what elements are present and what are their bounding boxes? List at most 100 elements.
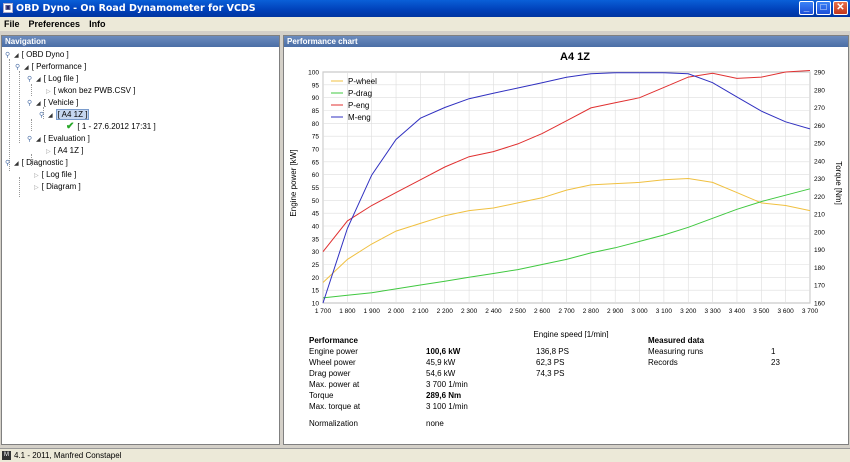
tree-node-evaluation[interactable]: ⚲ ◢[ Evaluation ]	[27, 133, 90, 144]
status-icon: M	[2, 451, 11, 460]
status-text: 4.1 - 2011, Manfred Constapel	[14, 451, 122, 460]
drag-power-label: Drag power	[309, 369, 351, 378]
y2-tick-label: 260	[814, 123, 825, 130]
x-tick-label: 2 400	[485, 308, 502, 315]
x-tick-label: 3 100	[656, 308, 673, 315]
minimize-icon[interactable]: _	[799, 1, 814, 15]
wheel-power-label: Wheel power	[309, 358, 356, 367]
expanded-arrow-icon: ◢	[14, 161, 19, 167]
maximize-icon[interactable]: □	[816, 1, 831, 15]
x-tick-label: 1 800	[339, 308, 356, 315]
y2-tick-label: 180	[814, 265, 825, 272]
max-power-at-value: 3 700 1/min	[426, 380, 468, 389]
expand-toggle-icon[interactable]: ⚲	[5, 50, 12, 59]
y2-tick-label: 280	[814, 87, 825, 94]
x-tick-label: 2 900	[607, 308, 624, 315]
y-tick-label: 20	[312, 275, 320, 282]
normalization-value: none	[426, 419, 444, 428]
menu-info[interactable]: Info	[89, 17, 106, 31]
tree-node-diag-diagram[interactable]: ▷[ Diagram ]	[34, 181, 81, 192]
tree-node-log-file[interactable]: ⚲ ◢[ Log file ]	[27, 73, 78, 84]
expand-toggle-icon[interactable]: ⚲	[5, 158, 12, 167]
y-tick-label: 95	[312, 82, 320, 89]
drag-power-value: 54,6 kW	[426, 369, 456, 378]
performance-chart-panel: Performance chart A4 1Z 10 15 20 25 30 35 40 45…	[283, 35, 849, 445]
tree-node-performance[interactable]: ⚲ ◢[ Performance ]	[15, 61, 86, 72]
tree-node-vehicle-item[interactable]: ⚲ ◢[ A4 1Z ]	[39, 109, 90, 120]
records-label: Records	[648, 358, 678, 367]
y-tick-label: 35	[312, 236, 320, 243]
measured-data-heading: Measured data	[648, 336, 705, 345]
y2-tick-label: 200	[814, 229, 825, 236]
x-tick-label: 2 300	[461, 308, 478, 315]
max-torque-at-value: 3 100 1/min	[426, 402, 468, 411]
normalization-label: Normalization	[309, 419, 358, 428]
x-tick-label: 2 600	[534, 308, 551, 315]
y-tick-label: 50	[312, 198, 320, 205]
drag-power-ps: 74,3 PS	[536, 369, 565, 378]
close-icon[interactable]: ✕	[833, 1, 848, 15]
y2-tick-label: 170	[814, 283, 825, 290]
tree-node-obd-dyno[interactable]: ⚲ ◢[ OBD Dyno ]	[5, 49, 69, 60]
expand-toggle-icon[interactable]: ⚲	[27, 74, 34, 83]
legend-label: M-eng	[348, 113, 371, 122]
expand-toggle-icon[interactable]: ⚲	[15, 62, 22, 71]
x-tick-label: 2 000	[388, 308, 405, 315]
window-controls: _ □ ✕	[799, 1, 848, 15]
window-title: OBD Dyno - On Road Dynamometer for VCDS	[16, 3, 256, 14]
y-tick-label: 10	[312, 301, 320, 308]
x-axis-label: Engine speed [1/min]	[533, 330, 608, 338]
expand-toggle-icon[interactable]: ⚲	[27, 98, 34, 107]
engine-power-value: 100,6 kW	[426, 347, 461, 356]
x-tick-label: 3 000	[631, 308, 648, 315]
y-tick-label: 40	[312, 224, 320, 231]
checkmark-icon: ✔	[66, 121, 75, 132]
max-power-at-label: Max. power at	[309, 380, 360, 389]
y2-tick-label: 220	[814, 194, 825, 201]
tree-node-diagnostic[interactable]: ⚲ ◢[ Diagnostic ]	[5, 157, 68, 168]
legend-label: P-drag	[348, 89, 372, 98]
menu-file[interactable]: File	[4, 17, 20, 31]
chart-title: A4 1Z	[560, 51, 590, 63]
performance-chart: A4 1Z 10 15 20 25 30 35 40 45 50 55 60 65 70 75 80 85 90…	[289, 51, 843, 339]
engine-power-ps: 136,8 PS	[536, 347, 569, 356]
records-value: 23	[771, 358, 780, 367]
menu-preferences[interactable]: Preferences	[29, 17, 81, 31]
x-tick-label: 2 700	[558, 308, 575, 315]
navigation-tree: ⚲ ◢[ OBD Dyno ] ⚲ ◢[ Performance ] ⚲ ◢[ Log…	[2, 47, 279, 197]
y-tick-label: 25	[312, 262, 320, 269]
expanded-arrow-icon: ◢	[48, 113, 53, 119]
y2-tick-label: 270	[814, 105, 825, 112]
x-tick-label: 3 300	[704, 308, 721, 315]
tree-node-evaluation-item[interactable]: ▷[ A4 1Z ]	[46, 145, 83, 156]
status-bar: M 4.1 - 2011, Manfred Constapel	[0, 448, 850, 462]
tree-node-vehicle[interactable]: ⚲ ◢[ Vehicle ]	[27, 97, 78, 108]
leaf-arrow-icon: ▷	[34, 185, 39, 191]
x-tick-label: 2 100	[412, 308, 429, 315]
torque-value: 289,6 Nm	[426, 391, 462, 400]
max-torque-at-label: Max. torque at	[309, 402, 361, 411]
y-tick-label: 75	[312, 134, 320, 141]
x-tick-label: 2 200	[437, 308, 454, 315]
x-tick-label: 3 500	[753, 308, 770, 315]
y-tick-label: 60	[312, 172, 320, 179]
tree-node-run-item[interactable]: ✔[ 1 - 27.6.2012 17:31 ]	[66, 121, 156, 132]
x-tick-label: 2 800	[583, 308, 600, 315]
performance-heading: Performance	[309, 336, 358, 345]
tree-node-diag-log-file[interactable]: ▷[ Log file ]	[34, 169, 76, 180]
x-tick-label: 2 500	[510, 308, 527, 315]
y2-tick-label: 190	[814, 247, 825, 254]
y2-tick-label: 250	[814, 141, 825, 148]
y-tick-label: 15	[312, 288, 320, 295]
left-axis-ticks: 10 15 20 25 30 35 40 45 50 55 60 65 70 75 80 85 90 95 100	[308, 70, 319, 308]
expand-toggle-icon[interactable]: ⚲	[27, 134, 34, 143]
y2-tick-label: 230	[814, 176, 825, 183]
navigation-header: Navigation	[2, 36, 279, 47]
tree-node-log-file-item[interactable]: ▷[ wkon bez PWB.CSV ]	[46, 85, 135, 96]
menu-bar: File Preferences Info	[0, 17, 850, 31]
expand-toggle-icon[interactable]: ⚲	[39, 110, 46, 119]
y-tick-label: 90	[312, 95, 320, 102]
y-tick-label: 30	[312, 249, 320, 256]
x-tick-label: 3 200	[680, 308, 697, 315]
y2-tick-label: 210	[814, 212, 825, 219]
